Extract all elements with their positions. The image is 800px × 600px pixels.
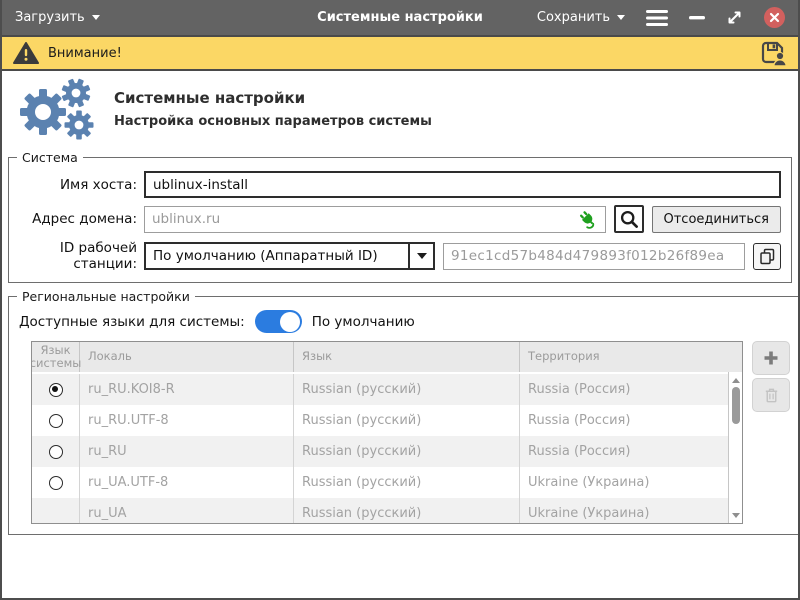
table-row[interactable]: ru_RU.UTF-8 Russian (русский) Russia (Ро… xyxy=(32,405,742,436)
station-id-value-input[interactable] xyxy=(443,243,745,270)
cell-language: Russian (русский) xyxy=(294,374,520,405)
cell-territory: Russia (Россия) xyxy=(520,374,742,405)
save-menu-button[interactable]: Сохранить xyxy=(537,10,625,25)
load-menu-label: Загрузить xyxy=(15,10,85,25)
minimize-button[interactable] xyxy=(689,16,705,20)
close-button[interactable] xyxy=(764,7,785,28)
search-domain-button[interactable] xyxy=(614,205,644,233)
warning-bar: Внимание! xyxy=(2,37,798,71)
menu-button[interactable] xyxy=(646,10,668,26)
cell-locale: ru_RU.KOI8-R xyxy=(80,374,294,405)
add-locale-button[interactable] xyxy=(752,341,790,375)
cell-territory: Ukraine (Украина) xyxy=(520,498,742,524)
column-header-territory: Территория xyxy=(520,342,742,372)
table-row[interactable]: ru_RU.KOI8-R Russian (русский) Russia (Р… xyxy=(32,374,742,405)
maximize-button[interactable] xyxy=(726,9,743,26)
maximize-icon xyxy=(726,9,743,26)
content-area: Системные настройки Настройка основных п… xyxy=(2,71,798,598)
cell-locale: ru_RU.UTF-8 xyxy=(80,405,294,436)
regional-fieldset: Региональные настройки Доступные языки д… xyxy=(8,289,798,535)
system-fieldset: Система Имя хоста: Адрес домена: xyxy=(8,150,792,283)
column-header-locale: Локаль xyxy=(80,342,294,372)
connection-plug-icon xyxy=(579,210,598,229)
copy-id-button[interactable] xyxy=(753,243,781,270)
station-id-selected-option: По умолчанию (Аппаратный ID) xyxy=(146,244,408,268)
languages-toggle-label: Доступные языки для системы: xyxy=(19,314,245,330)
table-row[interactable]: ru_UA.UTF-8 Russian (русский) Ukraine (У… xyxy=(32,467,742,498)
system-language-radio[interactable] xyxy=(49,445,63,459)
arrow-up-icon xyxy=(732,378,740,383)
locale-table: Язык системы Локаль Язык Территория ru_R… xyxy=(31,341,743,524)
load-menu-button[interactable]: Загрузить xyxy=(15,10,100,25)
cell-language: Russian (русский) xyxy=(294,436,520,467)
cell-territory: Russia (Россия) xyxy=(520,405,742,436)
cell-system-language xyxy=(32,436,80,467)
column-header-system-language: Язык системы xyxy=(32,342,80,372)
table-row[interactable]: ru_UA Russian (русский) Ukraine (Украина… xyxy=(32,498,742,524)
hostname-label: Имя хоста: xyxy=(13,177,137,193)
languages-toggle-state: По умолчанию xyxy=(312,314,415,330)
titlebar: Загрузить Системные настройки Сохранить xyxy=(2,0,798,37)
locale-table-header: Язык системы Локаль Язык Территория xyxy=(32,342,742,374)
hostname-input[interactable] xyxy=(144,171,781,198)
cell-locale: ru_UA xyxy=(80,498,294,524)
cell-system-language xyxy=(32,498,80,524)
warning-text: Внимание! xyxy=(48,46,122,61)
page-title: Системные настройки xyxy=(114,89,432,107)
languages-toggle[interactable] xyxy=(255,310,302,333)
search-icon xyxy=(619,209,639,229)
cell-system-language xyxy=(32,374,80,405)
save-as-button[interactable] xyxy=(760,40,787,66)
station-id-label: ID рабочей станции: xyxy=(13,240,137,272)
cell-language: Russian (русский) xyxy=(294,498,520,524)
system-language-radio[interactable] xyxy=(49,476,63,490)
minimize-icon xyxy=(689,16,705,20)
hamburger-icon xyxy=(646,10,668,26)
cell-system-language xyxy=(32,467,80,498)
arrow-down-icon xyxy=(732,513,740,518)
gears-icon xyxy=(10,78,98,140)
copy-icon xyxy=(759,248,776,265)
close-icon xyxy=(764,7,785,28)
app-header: Системные настройки Настройка основных п… xyxy=(2,76,798,144)
cell-language: Russian (русский) xyxy=(294,467,520,498)
station-id-select[interactable]: По умолчанию (Аппаратный ID) xyxy=(144,242,435,270)
column-header-language: Язык xyxy=(294,342,520,372)
dropdown-arrow-icon[interactable] xyxy=(408,244,433,268)
scrollbar-thumb[interactable] xyxy=(732,387,740,424)
toggle-knob xyxy=(280,312,300,332)
floppy-save-icon xyxy=(760,40,787,66)
regional-legend: Региональные настройки xyxy=(17,289,195,304)
cell-system-language xyxy=(32,405,80,436)
trash-icon xyxy=(762,386,781,405)
warning-icon xyxy=(13,41,39,65)
cell-locale: ru_RU xyxy=(80,436,294,467)
domain-label: Адрес домена: xyxy=(13,211,137,227)
delete-locale-button[interactable] xyxy=(752,378,790,412)
cell-locale: ru_UA.UTF-8 xyxy=(80,467,294,498)
system-settings-window: Загрузить Системные настройки Сохранить xyxy=(0,0,800,600)
table-row[interactable]: ru_RU Russian (русский) Russia (Россия) xyxy=(32,436,742,467)
disconnect-button[interactable]: Отсоединиться xyxy=(652,206,782,233)
chevron-down-icon xyxy=(92,15,100,20)
page-subtitle: Настройка основных параметров системы xyxy=(114,114,432,129)
locale-table-body: ru_RU.KOI8-R Russian (русский) Russia (Р… xyxy=(32,374,742,524)
scroll-down-button[interactable] xyxy=(729,509,742,521)
domain-input[interactable] xyxy=(144,206,606,233)
cell-territory: Ukraine (Украина) xyxy=(520,467,742,498)
system-language-radio[interactable] xyxy=(49,414,63,428)
cell-language: Russian (русский) xyxy=(294,405,520,436)
system-legend: Система xyxy=(17,150,83,165)
plus-icon xyxy=(762,349,780,367)
chevron-down-icon xyxy=(617,15,625,20)
scroll-up-button[interactable] xyxy=(729,374,742,386)
table-scrollbar[interactable] xyxy=(728,372,742,523)
cell-territory: Russia (Россия) xyxy=(520,436,742,467)
save-menu-label: Сохранить xyxy=(537,10,610,25)
system-language-radio[interactable] xyxy=(49,383,63,397)
